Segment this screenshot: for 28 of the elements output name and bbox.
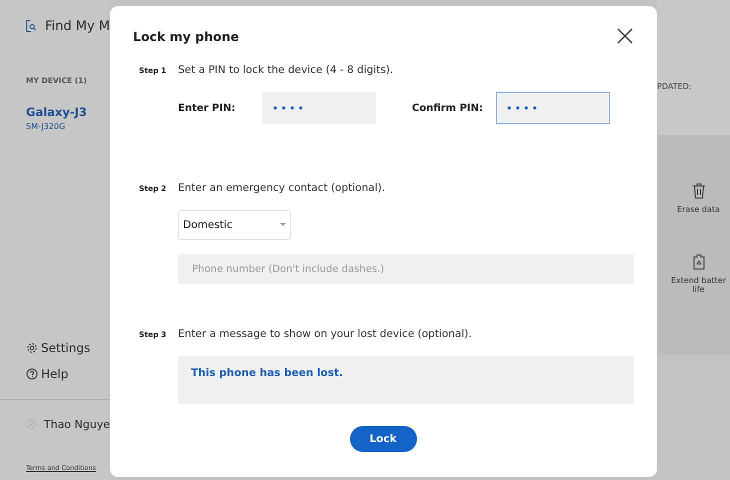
step-instruction: Enter an emergency contact (optional).	[178, 182, 386, 194]
battery-icon	[692, 254, 704, 270]
lock-button[interactable]: Lock	[350, 426, 416, 452]
close-button[interactable]	[617, 28, 633, 44]
app-title: Find My M	[44, 18, 110, 34]
action-button[interactable]: Extend batter life	[668, 254, 728, 294]
pin-label: Enter PIN:	[178, 102, 236, 114]
message-field[interactable]: This phone has been lost.	[178, 356, 634, 404]
sidebar-link[interactable]: Settings	[26, 341, 110, 355]
type-dropdown[interactable]: Domestic	[178, 210, 291, 240]
step-instruction: Enter a message to show on your lost device (optional).	[178, 328, 473, 340]
sidebar-link[interactable]: Help	[26, 367, 110, 381]
phone-field[interactable]: Phone number (Don't include dashes.)	[178, 254, 634, 284]
pin-field[interactable]: ••••	[496, 92, 610, 124]
pin-field[interactable]: ••••	[262, 92, 376, 124]
account-name[interactable]: Thao Nguye	[44, 418, 110, 430]
device-model: SM-J320G	[26, 122, 66, 131]
settings-icon	[26, 342, 38, 354]
pin-label: Confirm PIN:	[412, 102, 484, 114]
find-device-icon	[26, 17, 37, 35]
updated-label: PDATED:	[657, 82, 692, 91]
trash-icon	[692, 183, 706, 199]
step-instruction: Set a PIN to lock the device (4 - 8 digits).	[178, 64, 394, 76]
dialog-title: Lock my phone	[133, 28, 239, 44]
device-name[interactable]: Galaxy-J3	[26, 105, 110, 119]
caret-icon	[280, 223, 286, 227]
help-icon	[26, 368, 38, 380]
action-button[interactable]: Erase data	[668, 183, 728, 214]
